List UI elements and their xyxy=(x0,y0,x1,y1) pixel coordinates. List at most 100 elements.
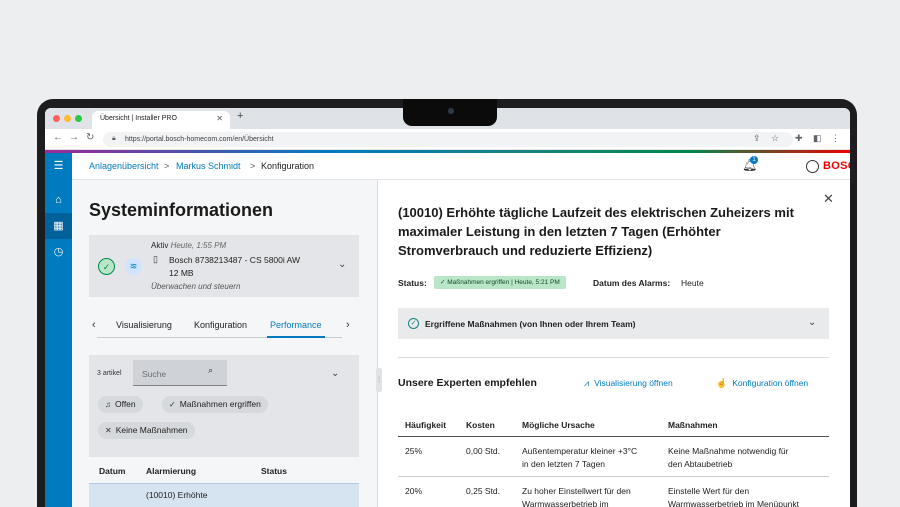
search-placeholder: Suche xyxy=(142,369,167,379)
filter-chip-massnahmen-ergriffen[interactable]: ✓ Maßnahmen ergriffen xyxy=(162,396,268,413)
app-topbar: Anlagenübersicht > Markus Schmidt > Konf… xyxy=(72,153,850,180)
section-divider xyxy=(398,357,829,358)
cell-ursache-line1: Zu hoher Einstellwert für den xyxy=(522,486,631,496)
filter-panel: 3 artikel Suche ⌕ ⌄ ♫ Offen ✓ Maßnahmen er… xyxy=(89,355,359,457)
chip-label: Keine Maßnahmen xyxy=(115,425,188,435)
laptop-screen: Übersicht | Installer PRO ✕ + ← → ↻ 🔒︎ h… xyxy=(45,108,850,507)
bosch-logo-text: BOSCH xyxy=(823,160,850,172)
reload-icon[interactable]: ↻ xyxy=(86,132,94,143)
search-icon[interactable]: ⌕ xyxy=(208,365,213,376)
history-icon[interactable]: ◷ xyxy=(45,239,72,265)
page-title: Systeminformationen xyxy=(89,200,274,220)
window-close-button[interactable] xyxy=(53,115,60,122)
device-status: Aktiv Heute, 1:55 PM xyxy=(151,241,226,250)
link-label: Konfiguration öffnen xyxy=(732,378,809,388)
result-count: 3 artikel xyxy=(97,370,122,377)
cell-massnahme-line2: Warmwasserbetrieb im Menüpunkt xyxy=(668,499,800,507)
back-arrow-icon[interactable]: ← xyxy=(53,132,63,143)
cell-ursache-line2: in den letzten 7 Tagen xyxy=(522,459,606,469)
cell-ursache-line2: Warmwasserbetrieb im xyxy=(522,499,609,507)
actions-accordion[interactable]: ✓ Ergriffene Maßnahmen (von Ihnen oder I… xyxy=(398,308,829,339)
cell-ursache-line1: Außentemperatur kleiner +3°C xyxy=(522,446,638,456)
close-icon: ✕ xyxy=(105,426,112,435)
tab-close-icon[interactable]: ✕ xyxy=(216,114,223,123)
active-tab-indicator xyxy=(267,336,325,338)
tabs-prev-arrow-icon[interactable]: ‹ xyxy=(92,319,96,331)
filter-chevron-down-icon[interactable]: ⌄ xyxy=(331,368,339,379)
address-bar-url: https://portal.bosch-homecom.com/en/Über… xyxy=(125,136,274,143)
breadcrumb-link-anlagenuebersicht[interactable]: Anlagenübersicht xyxy=(89,161,159,171)
actions-accordion-label: Ergriffene Maßnahmen (von Ihnen oder Ihr… xyxy=(425,319,636,329)
open-konfiguration-link[interactable]: ☝ Konfiguration öffnen xyxy=(716,378,808,389)
system-info-panel: Systeminformationen ✓ ≋ Aktiv Heute, 1:5… xyxy=(72,180,378,507)
address-bar[interactable]: 🔒︎ https://portal.bosch-homecom.com/en/Ü… xyxy=(103,132,793,147)
system-tabs: ‹ Visualisierung Konfiguration Performan… xyxy=(89,316,359,338)
table-row[interactable]: (10010) Erhöhte xyxy=(89,483,359,507)
cell-haeufigkeit: 25% xyxy=(405,446,423,456)
close-icon[interactable]: ✕ xyxy=(823,191,834,207)
device-icon: ▯ xyxy=(153,254,158,264)
table-row: 20% 0,25 Std. Zu hoher Einstellwert für … xyxy=(398,477,829,507)
window-zoom-button[interactable] xyxy=(75,115,82,122)
bookmark-star-icon[interactable]: ☆ xyxy=(771,133,779,144)
column-header-ursache: Mögliche Ursache xyxy=(522,420,595,430)
status-badge-text: Maßnahmen ergriffen | Heute, 5:21 PM xyxy=(447,279,560,286)
new-tab-icon[interactable]: + xyxy=(237,110,243,122)
tab-konfiguration[interactable]: Konfiguration xyxy=(194,320,247,330)
column-header-kosten: Kosten xyxy=(466,420,495,430)
home-icon[interactable]: ⌂ xyxy=(45,187,72,213)
chevron-down-icon[interactable]: ⌄ xyxy=(338,259,346,270)
notification-badge: 1 xyxy=(750,156,758,164)
alarm-date-value: Heute xyxy=(681,278,704,288)
forward-arrow-icon[interactable]: → xyxy=(69,132,79,143)
check-circle-icon: ✓ xyxy=(98,258,115,275)
column-header-datum: Datum xyxy=(99,466,126,476)
breadcrumb-current: Konfiguration xyxy=(261,161,315,171)
bell-icon: ♫ xyxy=(105,400,111,409)
extensions-icon[interactable]: ✚ xyxy=(795,133,803,144)
app-sidebar: ☰ ⌂ ▦ ◷ xyxy=(45,153,72,507)
chip-label: Maßnahmen ergriffen xyxy=(179,399,261,409)
alarm-date-label: Datum des Alarms: xyxy=(593,278,671,288)
sidepanel-icon[interactable]: ◧ xyxy=(813,133,822,144)
lock-icon: 🔒︎ xyxy=(112,135,116,142)
chevron-down-icon[interactable]: ⌄ xyxy=(808,317,816,328)
hamburger-menu-icon[interactable]: ☰ xyxy=(45,153,72,179)
building-icon[interactable]: ▦ xyxy=(45,213,72,239)
cell-kosten: 0,25 Std. xyxy=(466,486,501,496)
device-name: Bosch 8738213487 - CS 5800i AW xyxy=(169,255,301,265)
tab-performance[interactable]: Performance xyxy=(270,320,322,330)
browser-tab[interactable]: Übersicht | Installer PRO ✕ xyxy=(92,111,230,129)
share-icon[interactable]: ⇪ xyxy=(753,133,761,144)
camera-lens xyxy=(448,108,454,114)
status-badge: ✓ Maßnahmen ergriffen | Heute, 5:21 PM xyxy=(434,276,566,289)
device-status-label: Aktiv xyxy=(151,241,169,250)
check-icon: ✓ xyxy=(169,400,176,409)
tab-visualisierung[interactable]: Visualisierung xyxy=(116,320,172,330)
column-header-status: Status xyxy=(261,466,287,476)
filter-chip-offen[interactable]: ♫ Offen xyxy=(98,396,143,413)
panel-resize-handle[interactable]: ⋮ xyxy=(376,368,382,392)
window-minimize-button[interactable] xyxy=(64,115,71,122)
cell-kosten: 0,00 Std. xyxy=(466,446,501,456)
cell-massnahme-line1: Keine Maßnahme notwendig für xyxy=(668,446,789,456)
filter-chip-keine-massnahmen[interactable]: ✕ Keine Maßnahmen xyxy=(98,422,195,439)
column-header-massnahmen: Maßnahmen xyxy=(668,420,718,430)
browser-menu-icon[interactable]: ⋮ xyxy=(831,133,840,144)
open-visualisierung-link[interactable]: ⩘ Visualisierung öffnen xyxy=(584,378,673,389)
chip-label: Offen xyxy=(115,399,136,409)
breadcrumb-link-customer[interactable]: Markus Schmidt xyxy=(176,161,241,171)
chart-icon: ⩘ xyxy=(584,378,590,388)
check-circle-icon: ✓ xyxy=(408,318,419,329)
breadcrumb-separator: > xyxy=(164,161,170,171)
alarm-cell: (10010) Erhöhte xyxy=(146,490,208,500)
device-card[interactable]: ✓ ≋ Aktiv Heute, 1:55 PM ▯ Bosch 8738213… xyxy=(89,235,359,297)
tabs-next-arrow-icon[interactable]: › xyxy=(346,319,350,331)
browser-toolbar: ← → ↻ 🔒︎ https://portal.bosch-homecom.co… xyxy=(45,129,850,150)
bosch-logo-icon xyxy=(806,160,819,173)
device-status-time: Heute, 1:55 PM xyxy=(170,241,227,250)
column-header-alarmierung: Alarmierung xyxy=(146,466,197,476)
column-header-haeufigkeit: Häufigkeit xyxy=(405,420,447,430)
cell-massnahme-line2: den Abtaubetrieb xyxy=(668,459,733,469)
wifi-icon: ≋ xyxy=(125,258,142,275)
